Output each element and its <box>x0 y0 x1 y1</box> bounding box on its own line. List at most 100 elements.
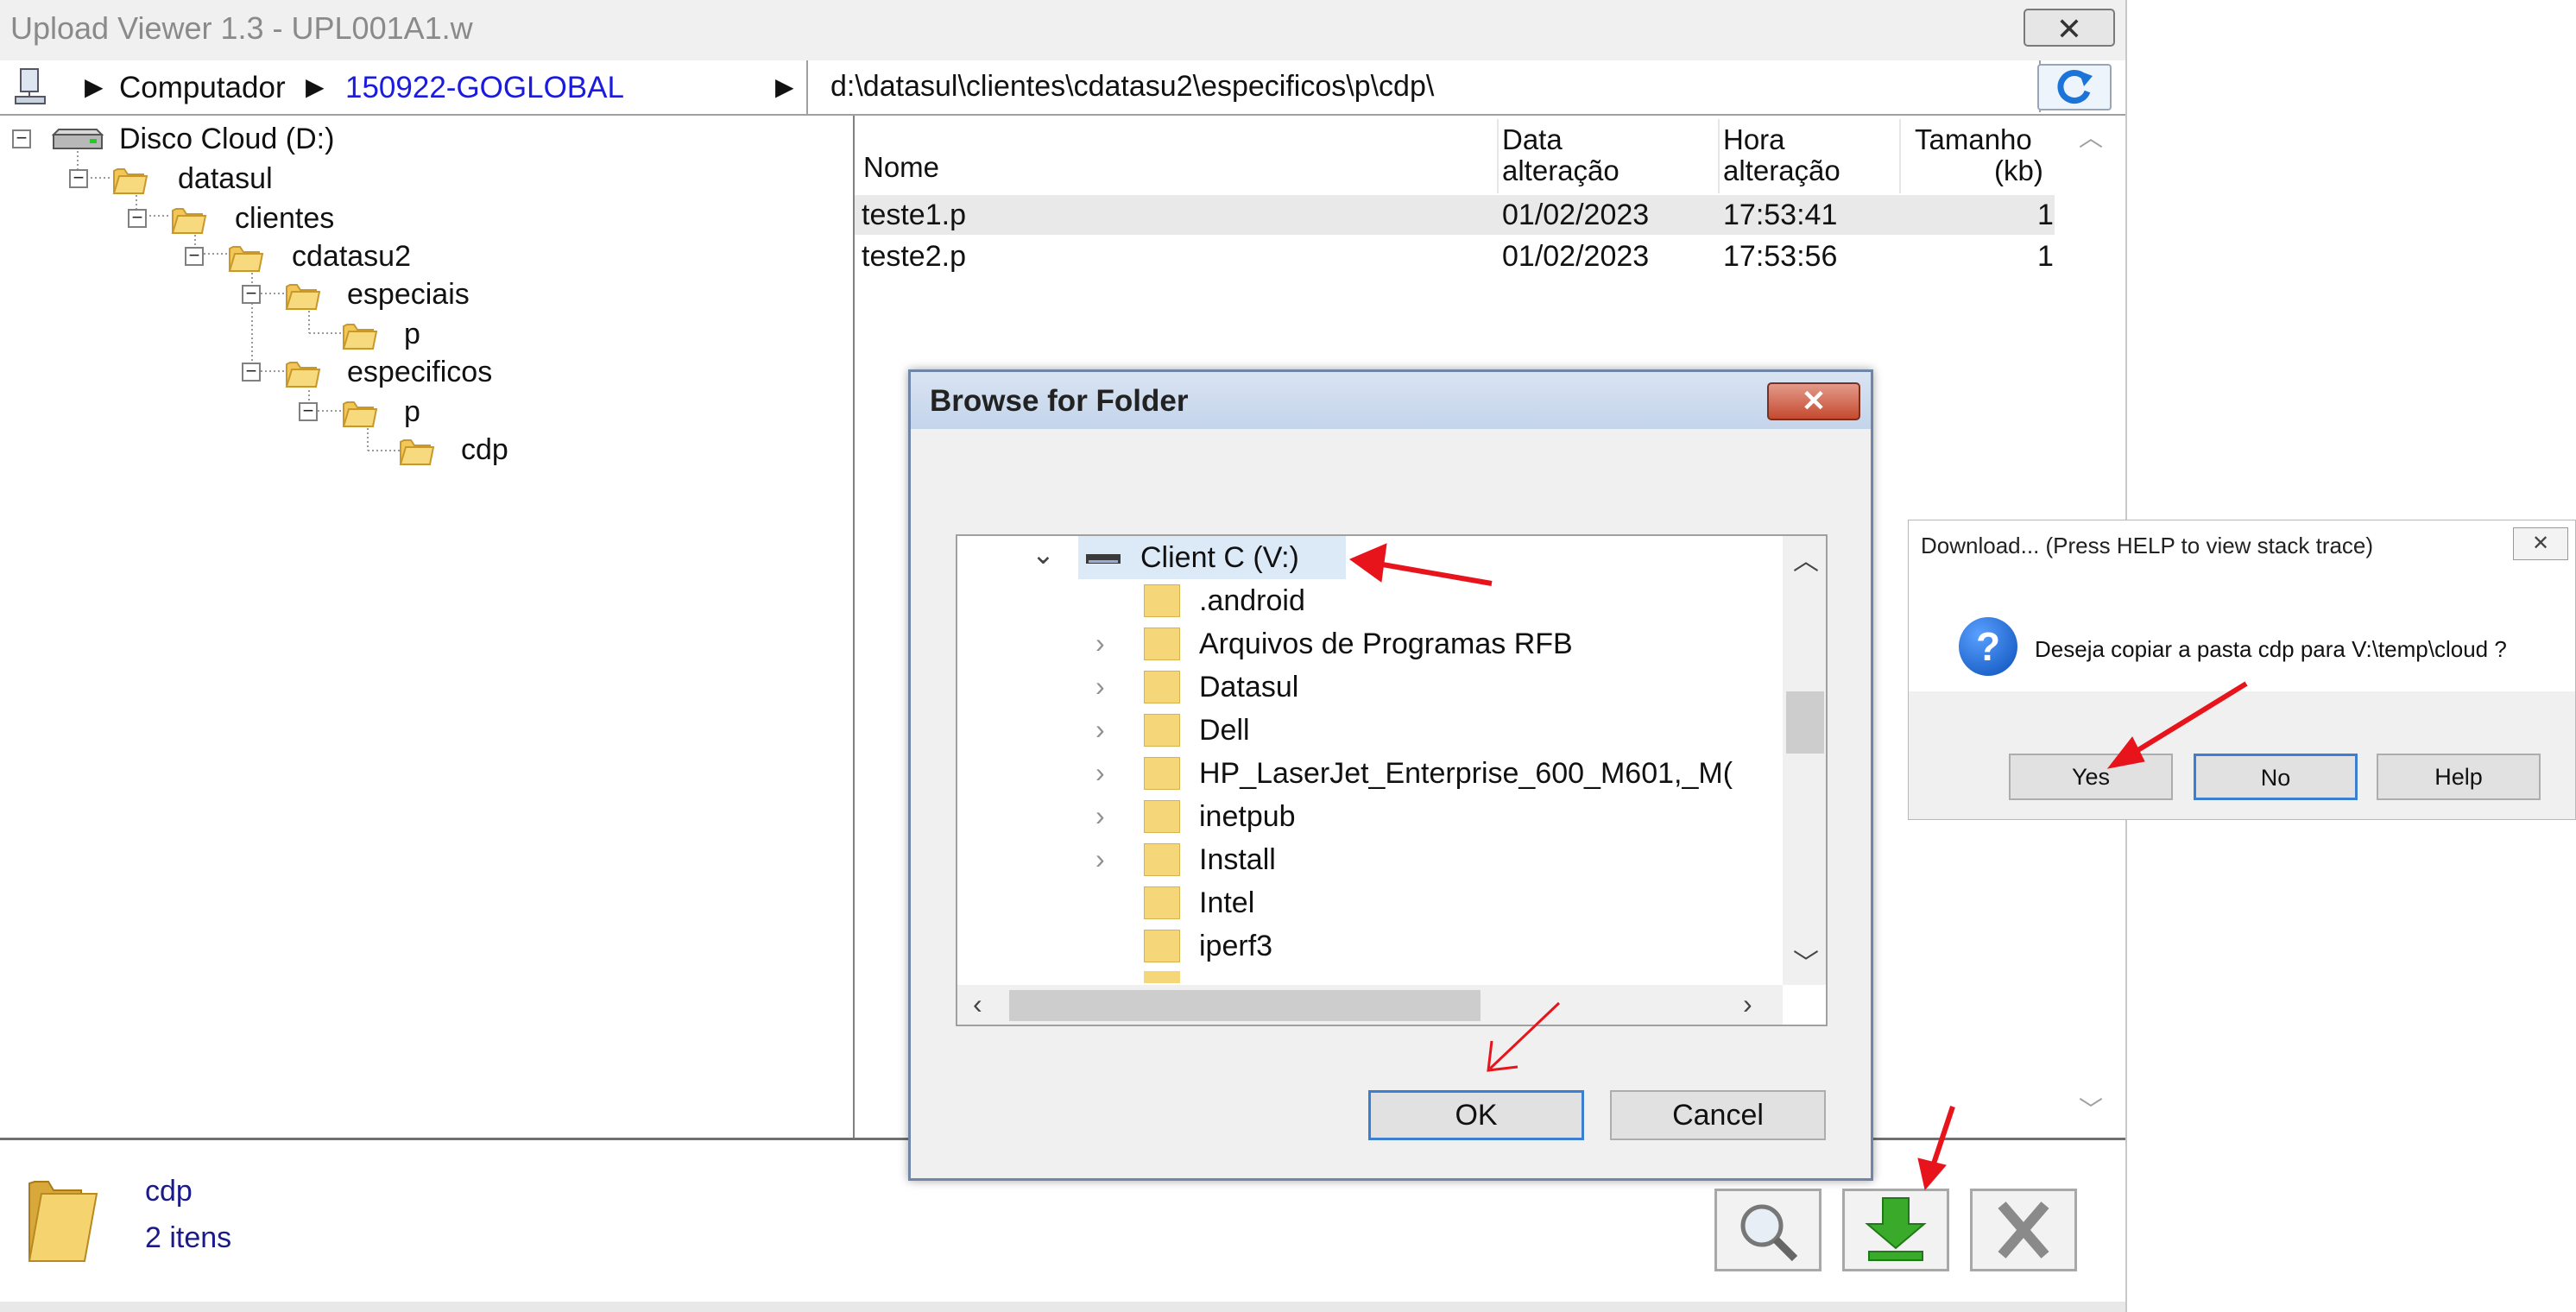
tree-node-drive[interactable]: − Disco Cloud (D:) <box>0 121 518 159</box>
chevron-right-icon[interactable]: › <box>1095 714 1105 746</box>
view-button[interactable] <box>1714 1189 1822 1271</box>
scroll-thumb[interactable] <box>1009 990 1481 1021</box>
folder-icon <box>171 208 207 234</box>
column-header-time-line1: Hora <box>1723 123 1785 155</box>
cell-name: teste1.p <box>862 199 966 231</box>
ok-button[interactable]: OK <box>1368 1090 1584 1140</box>
collapse-icon[interactable]: − <box>185 246 204 266</box>
scroll-left-icon[interactable]: ‹ <box>973 988 982 1020</box>
path-input[interactable]: d:\datasul\clientes\cdatasu2\especificos… <box>817 60 2041 112</box>
folder-icon <box>1144 714 1180 747</box>
breadcrumb-host[interactable]: 150922-GOGLOBAL <box>345 71 624 105</box>
folder-icon <box>1144 584 1180 617</box>
collapse-icon[interactable]: − <box>128 208 147 228</box>
tree-item[interactable]: › Datasul <box>957 665 1769 709</box>
tree-node-especiais[interactable]: − especiais <box>0 276 518 314</box>
chevron-right-icon[interactable]: › <box>1095 843 1105 875</box>
cell-name: teste2.p <box>862 240 966 273</box>
tree-item[interactable]: › Dell <box>957 709 1769 752</box>
dialog-title-bar: Download... (Press HELP to view stack tr… <box>1909 520 2575 569</box>
breadcrumb: ▶ Computador ▶ 150922-GOGLOBAL ▶ <box>0 60 808 114</box>
download-arrow-icon <box>1865 1197 1927 1261</box>
tree-node-especificos[interactable]: − especificos <box>0 354 518 392</box>
cancel-x-button[interactable] <box>1970 1189 2077 1271</box>
dialog-message: Deseja copiar a pasta cdp para V:\temp\c… <box>2035 636 2507 662</box>
table-row[interactable]: teste1.p 01/02/2023 17:53:41 1 <box>855 195 2055 235</box>
tree-node-label: p <box>404 318 420 350</box>
no-button[interactable]: No <box>2194 754 2358 800</box>
tree-item-label: HP_LaserJet_Enterprise_600_M601,_M( <box>1199 757 1733 790</box>
tree-node-label: p <box>404 395 420 428</box>
folder-icon <box>342 401 378 427</box>
column-header-name[interactable]: Nome <box>863 152 939 183</box>
chevron-right-icon[interactable]: › <box>1095 671 1105 703</box>
tree-item-client-c[interactable]: ⌄ Client C (V:) <box>957 536 1769 579</box>
collapse-icon[interactable]: − <box>299 401 318 421</box>
scroll-down-icon[interactable]: ﹀ <box>1793 942 1819 980</box>
tree-node-cdp[interactable]: cdp <box>0 432 518 470</box>
tree-node-especificos-p[interactable]: − p <box>0 394 518 432</box>
cell-size: 1 <box>2037 199 2054 231</box>
browser-vertical-scrollbar[interactable]: ︿ ﹀ <box>1783 536 1826 985</box>
window-close-button[interactable]: ✕ <box>2024 9 2115 47</box>
tree-item[interactable]: Intel <box>957 881 1769 924</box>
tree-node-cdatasu2[interactable]: − cdatasu2 <box>0 238 518 276</box>
collapse-icon[interactable]: − <box>69 168 88 188</box>
tree-item[interactable]: › inetpub <box>957 795 1769 838</box>
browser-horizontal-scrollbar[interactable]: ‹ › <box>957 985 1783 1025</box>
chevron-right-icon[interactable]: › <box>1095 800 1105 832</box>
tree-item[interactable]: › Install <box>957 838 1769 881</box>
tree-node-clientes[interactable]: − clientes <box>0 200 518 238</box>
cell-date: 01/02/2023 <box>1502 240 1650 273</box>
collapse-icon[interactable]: − <box>242 284 261 304</box>
yes-button[interactable]: Yes <box>2009 754 2173 800</box>
collapse-icon[interactable]: − <box>242 362 261 382</box>
tree-node-label: especificos <box>347 356 493 388</box>
title-bar: Upload Viewer 1.3 - UPL001A1.w ✕ <box>0 0 2125 61</box>
scroll-right-icon[interactable]: › <box>1743 988 1752 1020</box>
folder-icon <box>112 168 148 194</box>
cell-size: 1 <box>2037 240 2054 273</box>
dialog-close-button[interactable]: ✕ <box>1767 382 1860 420</box>
collapse-icon[interactable]: − <box>12 129 31 148</box>
breadcrumb-arrow-icon[interactable]: ▶ <box>306 73 325 101</box>
tree-item-label: Install <box>1199 843 1276 876</box>
folder-tree: − Disco Cloud (D:) − datasul − clientes … <box>0 116 855 1138</box>
dialog-close-button[interactable]: ✕ <box>2513 527 2568 560</box>
cancel-button[interactable]: Cancel <box>1610 1090 1826 1140</box>
folder-icon <box>399 439 435 465</box>
download-button[interactable] <box>1842 1189 1949 1271</box>
dialog-body: ? Deseja copiar a pasta cdp para V:\temp… <box>1909 569 2575 691</box>
cell-time: 17:53:56 <box>1723 240 1838 273</box>
help-button[interactable]: Help <box>2377 754 2541 800</box>
tree-item[interactable]: › Arquivos de Programas RFB <box>957 622 1769 665</box>
tree-node-label: cdp <box>461 433 508 466</box>
folder-browser-tree: ⌄ Client C (V:) .android › Arquivos de P… <box>956 534 1828 1026</box>
tree-node-datasul[interactable]: − datasul <box>0 161 518 199</box>
scroll-up-icon[interactable]: ︿ <box>2072 119 2110 157</box>
breadcrumb-arrow-icon[interactable]: ▶ <box>775 73 794 101</box>
chevron-right-icon[interactable]: › <box>1095 628 1105 659</box>
folder-icon <box>1144 886 1180 919</box>
scroll-down-icon[interactable]: ﹀ <box>2072 1091 2110 1129</box>
window-title: Upload Viewer 1.3 - UPL001A1.w <box>10 10 473 46</box>
dialog-title: Browse for Folder <box>930 384 1189 418</box>
drive-icon <box>1086 554 1121 564</box>
tree-node-especiais-p[interactable]: p <box>0 316 518 354</box>
tree-item[interactable]: › HP_LaserJet_Enterprise_600_M601,_M( <box>957 752 1769 795</box>
tree-item[interactable]: iperf3 <box>957 924 1769 968</box>
chevron-down-icon[interactable]: ⌄ <box>1032 538 1055 571</box>
chevron-right-icon[interactable]: › <box>1095 757 1105 789</box>
tree-item[interactable]: .android <box>957 579 1769 622</box>
breadcrumb-arrow-icon[interactable]: ▶ <box>85 73 104 101</box>
magnifier-icon <box>1740 1204 1798 1262</box>
table-row[interactable]: teste2.p 01/02/2023 17:53:56 1 <box>855 237 2055 276</box>
tree-item-label: Dell <box>1199 714 1250 747</box>
scroll-thumb[interactable] <box>1786 691 1824 754</box>
download-confirm-dialog: Download... (Press HELP to view stack tr… <box>1908 520 2576 820</box>
breadcrumb-computer[interactable]: Computador <box>119 71 286 105</box>
window-bottom-edge <box>0 1302 2125 1312</box>
cell-time: 17:53:41 <box>1723 199 1838 231</box>
refresh-button[interactable] <box>2037 64 2112 110</box>
scroll-up-icon[interactable]: ︿ <box>1793 539 1819 577</box>
